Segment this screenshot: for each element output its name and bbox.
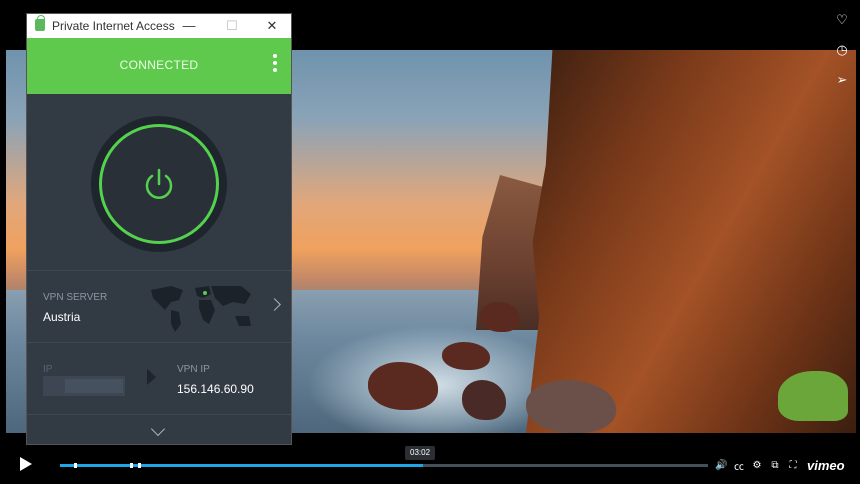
- chevron-right-icon[interactable]: [268, 298, 281, 311]
- pia-window: Private Internet Access — ☐ ✕ CONNECTED …: [27, 14, 291, 444]
- arrow-icon: [147, 369, 156, 385]
- time-tooltip: 03:02: [405, 446, 436, 460]
- divider: [27, 414, 291, 415]
- menu-icon[interactable]: [273, 54, 277, 75]
- connection-status: CONNECTED: [119, 58, 199, 72]
- lock-icon: [35, 15, 45, 31]
- chevron-down-icon[interactable]: [150, 421, 166, 437]
- share-icon[interactable]: ➢: [832, 70, 852, 90]
- rock: [480, 302, 520, 332]
- connection-header: CONNECTED: [27, 38, 291, 94]
- divider: [27, 342, 291, 343]
- captions-icon[interactable]: ㏄: [733, 458, 745, 473]
- progress-bar[interactable]: [60, 463, 708, 468]
- window-title: Private Internet Access: [52, 19, 175, 33]
- grass-patch: [778, 371, 848, 421]
- ip-value-hidden: [65, 379, 123, 393]
- power-area: [27, 94, 291, 270]
- vpn-server-label: VPN SERVER: [43, 292, 108, 303]
- rock: [462, 380, 506, 420]
- fullscreen-icon[interactable]: ⛶: [787, 460, 799, 471]
- control-icons: 🔊 ㏄ ⚙ ⧉ ⛶ vimeo: [715, 457, 845, 473]
- vpn-server-row[interactable]: VPN SERVER Austria: [27, 272, 291, 342]
- divider: [27, 270, 291, 271]
- world-map-icon: [151, 286, 251, 332]
- volume-icon[interactable]: 🔊: [715, 460, 727, 471]
- ip-row: IP VPN IP 156.146.60.90: [27, 344, 291, 414]
- vimeo-logo[interactable]: vimeo: [807, 458, 845, 473]
- vpn-server-value: Austria: [43, 310, 81, 324]
- clock-icon[interactable]: ◷: [832, 40, 852, 60]
- title-bar[interactable]: Private Internet Access — ☐ ✕: [27, 14, 291, 38]
- chapter-marker: [130, 463, 133, 468]
- power-icon: [145, 168, 173, 199]
- chapter-marker: [74, 463, 77, 468]
- pip-icon[interactable]: ⧉: [769, 460, 781, 471]
- heart-icon[interactable]: ♡: [832, 10, 852, 30]
- rock: [442, 342, 490, 370]
- side-actions: ♡ ◷ ➢: [832, 10, 852, 100]
- close-button[interactable]: ✕: [260, 16, 284, 36]
- wave-foam: [306, 325, 566, 433]
- play-button[interactable]: [20, 457, 32, 471]
- progress-fill: [60, 464, 423, 467]
- maximize-button[interactable]: ☐: [220, 16, 244, 36]
- vpn-ip-value: 156.146.60.90: [177, 382, 254, 396]
- chapter-marker: [138, 463, 141, 468]
- vpn-ip-label: VPN IP: [177, 364, 210, 375]
- ip-label: IP: [43, 364, 53, 375]
- settings-icon[interactable]: ⚙: [751, 460, 763, 471]
- minimize-button[interactable]: —: [177, 16, 201, 36]
- player-controls: 03:02 🔊 ㏄ ⚙ ⧉ ⛶ vimeo: [0, 445, 860, 484]
